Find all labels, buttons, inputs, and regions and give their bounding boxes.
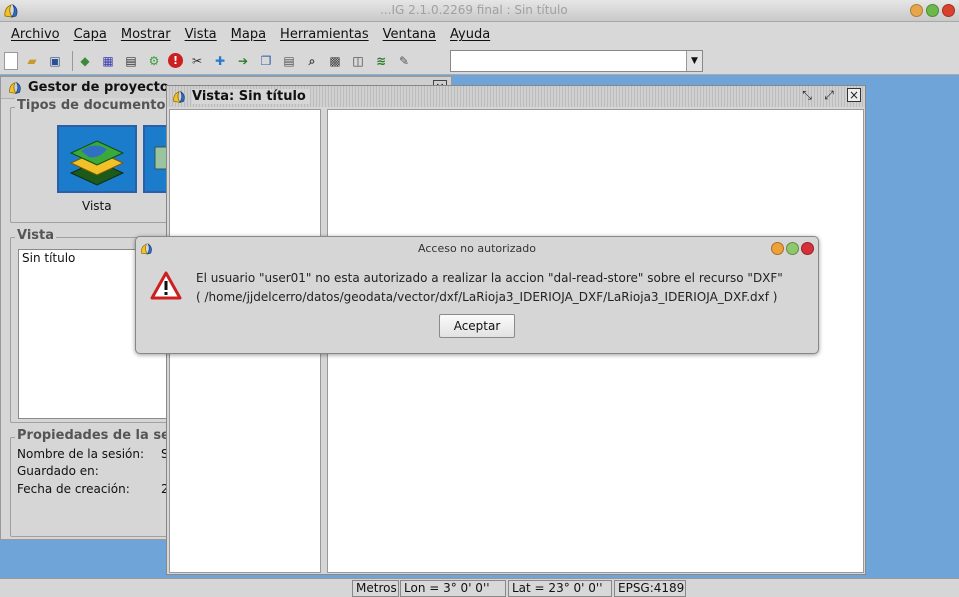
add-layer-icon[interactable]: ◆: [76, 52, 94, 70]
status-bar: Metros Lon = 3° 0' 0'' Lat = 23° 0' 0'' …: [0, 578, 959, 597]
table-icon[interactable]: ▤: [280, 52, 298, 70]
dialog-message-line2: ( /home/jjdelcerro/datos/geodata/vector/…: [196, 290, 778, 304]
gvsig-logo-icon: [4, 3, 18, 18]
dialog-window-controls: [771, 242, 814, 255]
edit-icon[interactable]: ✎: [395, 52, 413, 70]
close-icon[interactable]: ×: [847, 88, 861, 102]
dialog-title-bar[interactable]: Acceso no autorizado: [136, 237, 818, 261]
gvsig-logo-icon: [141, 243, 152, 255]
status-latitude: Lat = 23° 0' 0'': [508, 580, 612, 597]
menu-archivo[interactable]: Archivo: [4, 27, 67, 42]
close-button[interactable]: [801, 242, 814, 255]
session-name-label: Nombre de la sesión:: [17, 447, 145, 461]
menu-ventana[interactable]: Ventana: [376, 27, 443, 42]
unauthorized-dialog: Acceso no autorizado El usuario "user01"…: [135, 236, 819, 354]
view-document-icon[interactable]: [57, 125, 137, 193]
layers-icon[interactable]: ≋: [372, 52, 390, 70]
minimize-button[interactable]: [771, 242, 784, 255]
doc-type-label: Vista: [82, 199, 112, 213]
menu-vista[interactable]: Vista: [178, 27, 224, 42]
menu-capa[interactable]: Capa: [67, 27, 114, 42]
status-epsg: EPSG:4189: [614, 580, 686, 597]
maximize-button[interactable]: [786, 242, 799, 255]
menu-herramientas[interactable]: Herramientas: [273, 27, 376, 42]
view-window-controls: ⤡ ⤢ ×: [799, 88, 861, 104]
print-icon[interactable]: ▤: [122, 52, 140, 70]
warning-icon: [150, 271, 182, 300]
close-button[interactable]: [942, 4, 955, 17]
session-properties-label: Propiedades de la se: [15, 428, 172, 443]
toolbar-separator: [72, 50, 73, 71]
status-units: Metros: [352, 580, 399, 597]
copy-icon[interactable]: ❐: [257, 52, 275, 70]
vista-group-label: Vista: [15, 228, 57, 243]
document-types-label: Tipos de documentos: [15, 98, 176, 113]
dialog-message-line1: El usuario "user01" no esta autorizado a…: [196, 271, 783, 285]
title-bar: ...IG 2.1.0.2269 final : Sin título: [0, 0, 959, 22]
dialog-title: Acceso no autorizado: [418, 242, 536, 255]
restore-icon[interactable]: ⤡: [799, 88, 815, 104]
gvsig-logo-icon: [173, 90, 185, 103]
view-title-bar[interactable]: Vista: Sin título: [167, 86, 865, 107]
settings-icon[interactable]: ⚙: [145, 52, 163, 70]
window-controls: [910, 4, 955, 17]
maximize-button[interactable]: [926, 4, 939, 17]
project-manager-title: Gestor de proyecto: [28, 80, 169, 95]
symbology-icon[interactable]: ▦: [99, 52, 117, 70]
saved-in-label: Guardado en:: [17, 464, 99, 478]
minimize-button[interactable]: [910, 4, 923, 17]
menu-ayuda[interactable]: Ayuda: [443, 27, 497, 42]
scale-combo[interactable]: ▼: [450, 50, 703, 72]
status-longitude: Lon = 3° 0' 0'': [400, 580, 506, 597]
save-project-icon[interactable]: ▣: [46, 52, 64, 70]
export-icon[interactable]: ➔: [234, 52, 252, 70]
window-title: ...IG 2.1.0.2269 final : Sin título: [380, 3, 568, 17]
open-project-icon[interactable]: ▰: [23, 52, 41, 70]
gvsig-logo-icon: [9, 81, 21, 94]
layout-icon[interactable]: ◫: [349, 52, 367, 70]
select-icon[interactable]: ▩: [326, 52, 344, 70]
menu-mostrar[interactable]: Mostrar: [114, 27, 178, 42]
search-icon[interactable]: ⌕: [303, 52, 321, 70]
view-title: Vista: Sin título: [192, 89, 310, 104]
tools-icon[interactable]: ✂: [188, 52, 206, 70]
accept-button[interactable]: Aceptar: [439, 314, 515, 338]
add-wms-icon[interactable]: ✚: [211, 52, 229, 70]
chevron-down-icon[interactable]: ▼: [686, 51, 702, 71]
menu-bar: Archivo Capa Mostrar Vista Mapa Herramie…: [0, 22, 959, 47]
new-project-icon[interactable]: [4, 51, 18, 70]
toolbar: ▰ ▣ ◆ ▦ ▤ ⚙ ! ✂ ✚ ➔ ❐ ▤ ⌕ ▩ ◫ ≋ ✎ ▼: [0, 47, 959, 75]
menu-mapa[interactable]: Mapa: [224, 27, 273, 42]
error-icon[interactable]: !: [168, 53, 183, 68]
creation-date-label: Fecha de creación:: [17, 482, 130, 496]
maximize-icon[interactable]: ⤢: [821, 88, 837, 104]
